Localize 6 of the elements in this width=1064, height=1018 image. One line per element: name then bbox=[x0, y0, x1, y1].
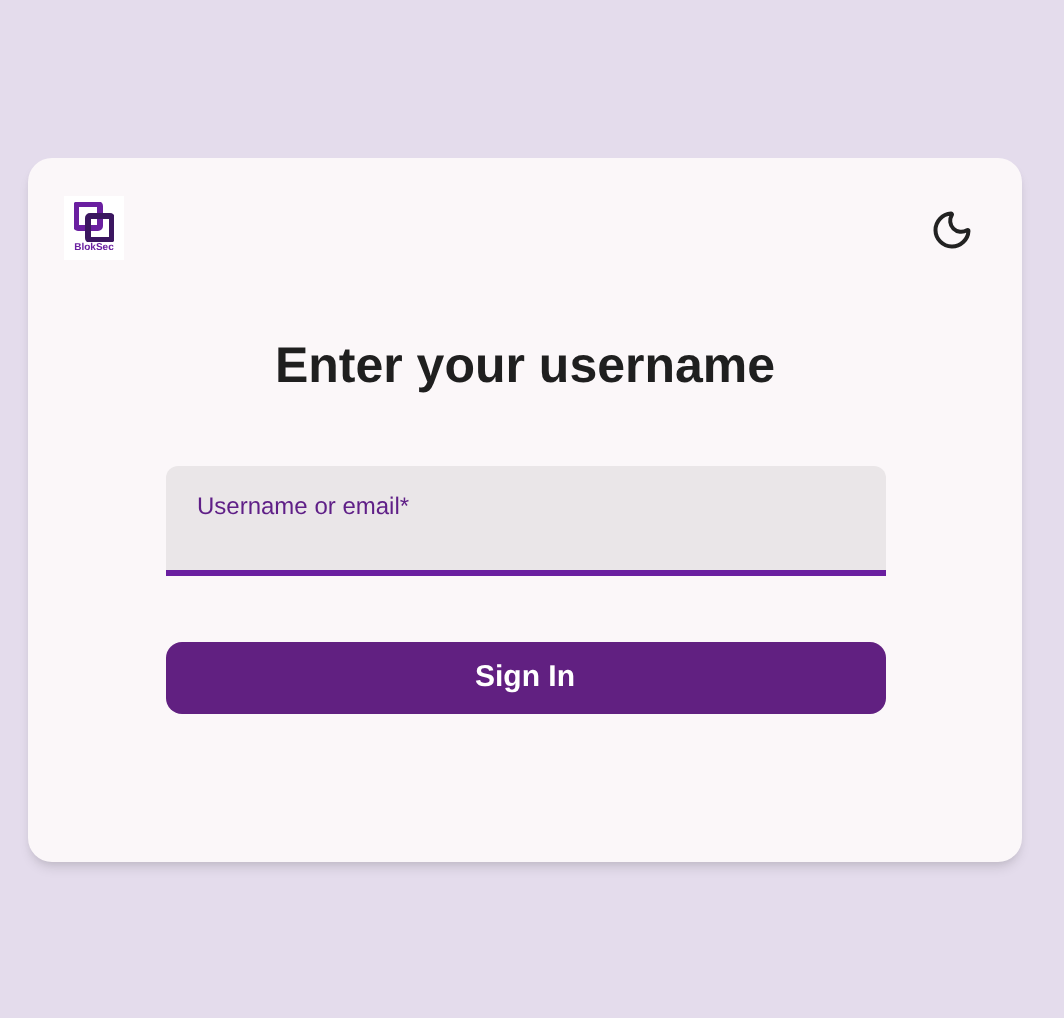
page-title: Enter your username bbox=[272, 336, 778, 396]
username-field[interactable]: Username or email* bbox=[165, 466, 885, 576]
sign-in-button[interactable]: Sign In bbox=[165, 642, 885, 714]
dark-mode-toggle[interactable] bbox=[930, 208, 974, 252]
moon-icon bbox=[930, 208, 974, 252]
logo-icon bbox=[74, 202, 114, 242]
